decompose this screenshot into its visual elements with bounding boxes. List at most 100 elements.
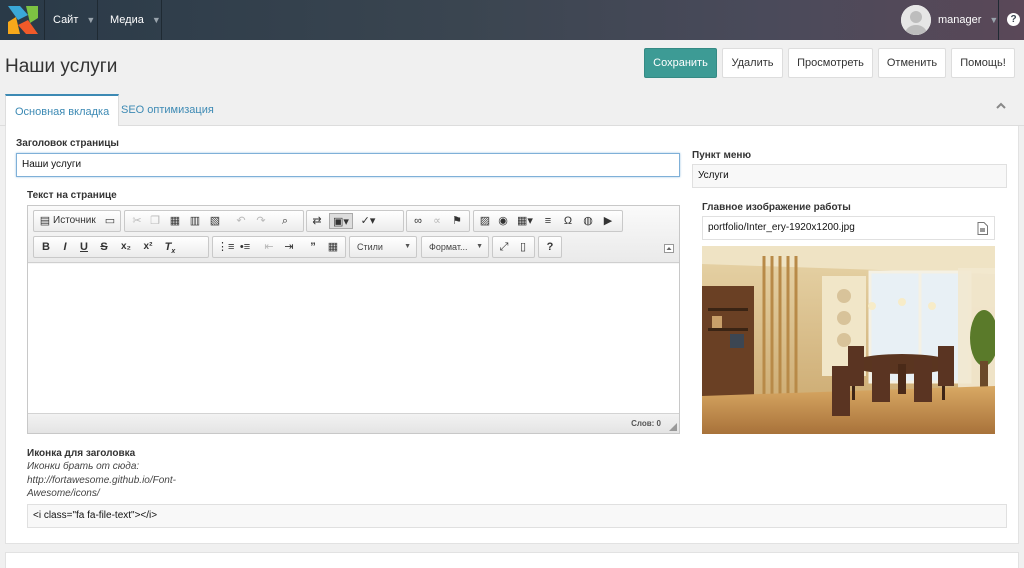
- maximize-icon[interactable]: ⤢: [496, 239, 512, 255]
- blockquote-icon[interactable]: ”: [305, 239, 321, 255]
- main-image-field[interactable]: portfolio/Inter_ery-1920x1200.jpg: [702, 216, 995, 240]
- nav-media-menu[interactable]: Медиа ▼: [110, 0, 161, 40]
- toolbar-group-document: ▤ Источник ▭: [33, 210, 121, 232]
- main-image-path: portfolio/Inter_ery-1920x1200.jpg: [708, 222, 855, 233]
- styles-dropdown[interactable]: Стили ▼: [349, 236, 417, 258]
- format-dropdown[interactable]: Формат... ▼: [421, 236, 489, 258]
- editor-content-area[interactable]: [28, 264, 679, 413]
- page-title-label: Заголовок страницы: [16, 138, 119, 149]
- paste-icon[interactable]: ▦: [167, 213, 183, 229]
- spellcheck-icon[interactable]: ✓▾: [357, 213, 379, 229]
- nav-site-label: Сайт: [53, 14, 79, 26]
- bold-icon[interactable]: B: [38, 239, 54, 255]
- user-avatar-icon: [901, 5, 931, 35]
- heading-icon-field[interactable]: <i class="fa fa-file-text"></i>: [27, 504, 1007, 528]
- nav-divider: [161, 0, 162, 40]
- menu-item-label: Пункт меню: [692, 150, 752, 161]
- chevron-down-icon: ▼: [151, 15, 161, 25]
- show-blocks-icon[interactable]: ▯: [515, 239, 531, 255]
- save-button[interactable]: Сохранить: [644, 48, 717, 78]
- user-name-label: manager: [938, 14, 982, 26]
- cancel-button[interactable]: Отменить: [878, 48, 946, 78]
- table-icon[interactable]: ▦▾: [514, 213, 536, 229]
- image-icon[interactable]: ▨: [477, 213, 493, 229]
- styles-label: Стили: [357, 242, 383, 252]
- iframe-icon[interactable]: ◍: [580, 213, 596, 229]
- avatar[interactable]: [901, 5, 931, 35]
- numbered-list-icon[interactable]: ⋮≡: [217, 239, 234, 255]
- format-label: Формат...: [429, 242, 468, 252]
- heading-icon-label: Иконка для заголовка: [27, 448, 136, 459]
- tab-seo[interactable]: SEO оптимизация: [112, 94, 223, 126]
- nav-divider: [998, 0, 999, 40]
- styles-combo: Стили ▼: [350, 237, 416, 257]
- source-icon: ▤: [39, 215, 51, 227]
- editor-statusbar: Слов: 0: [28, 413, 679, 433]
- remove-format-icon[interactable]: Tx: [162, 239, 178, 255]
- redo-icon[interactable]: ↷: [253, 213, 269, 229]
- underline-icon[interactable]: U: [76, 239, 92, 255]
- subscript-icon[interactable]: x₂: [118, 239, 134, 255]
- content-label: Текст на странице: [27, 190, 117, 201]
- resize-handle-icon[interactable]: [669, 423, 677, 431]
- delete-button[interactable]: Удалить: [722, 48, 783, 78]
- nav-divider: [44, 0, 45, 40]
- superscript-icon[interactable]: x²: [140, 239, 156, 255]
- horizontal-rule-icon[interactable]: ≡: [540, 213, 556, 229]
- templates-icon[interactable]: ▭: [102, 213, 118, 229]
- main-image-preview: [702, 246, 995, 434]
- undo-icon[interactable]: ↶: [233, 213, 249, 229]
- page-title-field[interactable]: Наши услуги: [16, 153, 680, 177]
- menu-item-field[interactable]: Услуги: [692, 164, 1007, 188]
- file-browse-icon[interactable]: [977, 222, 988, 235]
- nav-site-menu[interactable]: Сайт ▼: [53, 0, 95, 40]
- special-char-icon[interactable]: Ω: [560, 213, 576, 229]
- word-count: Слов: 0: [631, 419, 661, 428]
- unlink-icon[interactable]: ∝: [429, 213, 445, 229]
- heading-icon-hint: Иконки брать от сюда: http://fortawesome…: [27, 461, 176, 499]
- chevron-down-icon: ▼: [476, 243, 483, 250]
- modx-logo-icon[interactable]: [8, 6, 38, 34]
- secondary-panel: [5, 552, 1019, 568]
- anchor-flag-icon[interactable]: ⚑: [449, 213, 465, 229]
- view-button[interactable]: Просмотреть: [788, 48, 873, 78]
- format-combo: Формат... ▼: [422, 237, 488, 257]
- chevron-down-icon: ▼: [404, 243, 411, 250]
- about-icon[interactable]: ?: [542, 239, 558, 255]
- flash-icon[interactable]: ◉: [495, 213, 511, 229]
- chevron-down-icon: ▼: [86, 15, 96, 25]
- help-icon[interactable]: ?: [1007, 13, 1020, 26]
- select-all-icon[interactable]: ▣▾: [329, 213, 353, 229]
- strike-icon[interactable]: S: [96, 239, 112, 255]
- chevron-up-icon[interactable]: [995, 100, 1007, 112]
- editor-toolbar: ▤ Источник ▭ ✂ ❐ ▦ ▥ ▧ ↶ ↷ ⌕ ⇄ ▣▾ ✓▾ ∞ ∝…: [28, 206, 679, 263]
- paste-word-icon[interactable]: ▧: [207, 213, 223, 229]
- toolbar-group-clipboard: ✂ ❐ ▦ ▥ ▧ ↶ ↷ ⌕: [124, 210, 304, 232]
- toolbar-group-tools: ⤢ ▯: [492, 236, 535, 258]
- copy-icon[interactable]: ❐: [147, 213, 163, 229]
- indent-icon[interactable]: ⇥: [281, 239, 297, 255]
- italic-icon[interactable]: I: [57, 239, 73, 255]
- tab-main[interactable]: Основная вкладка: [5, 94, 120, 127]
- source-button[interactable]: Источник: [53, 213, 96, 229]
- outdent-icon[interactable]: ⇤: [261, 239, 277, 255]
- user-menu[interactable]: manager ▼: [938, 0, 998, 40]
- nav-media-label: Медиа: [110, 14, 144, 26]
- collapse-toolbar-icon[interactable]: [664, 244, 674, 253]
- toolbar-group-editing: ⇄ ▣▾ ✓▾: [306, 210, 404, 232]
- nav-divider: [97, 0, 98, 40]
- link-icon[interactable]: ∞: [410, 213, 426, 229]
- toolbar-group-links: ∞ ∝ ⚑: [406, 210, 470, 232]
- main-image-label: Главное изображение работы: [702, 202, 851, 213]
- top-navbar: Сайт ▼ Медиа ▼ manager ▼ ?: [0, 0, 1024, 40]
- youtube-icon[interactable]: ▶: [600, 213, 616, 229]
- cut-icon[interactable]: ✂: [129, 213, 145, 229]
- search-icon[interactable]: ⌕: [277, 213, 293, 229]
- help-button[interactable]: Помощь!: [951, 48, 1015, 78]
- paste-text-icon[interactable]: ▥: [187, 213, 203, 229]
- bulleted-list-icon[interactable]: •≡: [237, 239, 253, 255]
- replace-icon[interactable]: ⇄: [309, 213, 325, 229]
- toolbar-group-basic-styles: B I U S x₂ x² Tx: [33, 236, 209, 258]
- toolbar-group-about: ?: [538, 236, 562, 258]
- div-container-icon[interactable]: ▦: [325, 239, 341, 255]
